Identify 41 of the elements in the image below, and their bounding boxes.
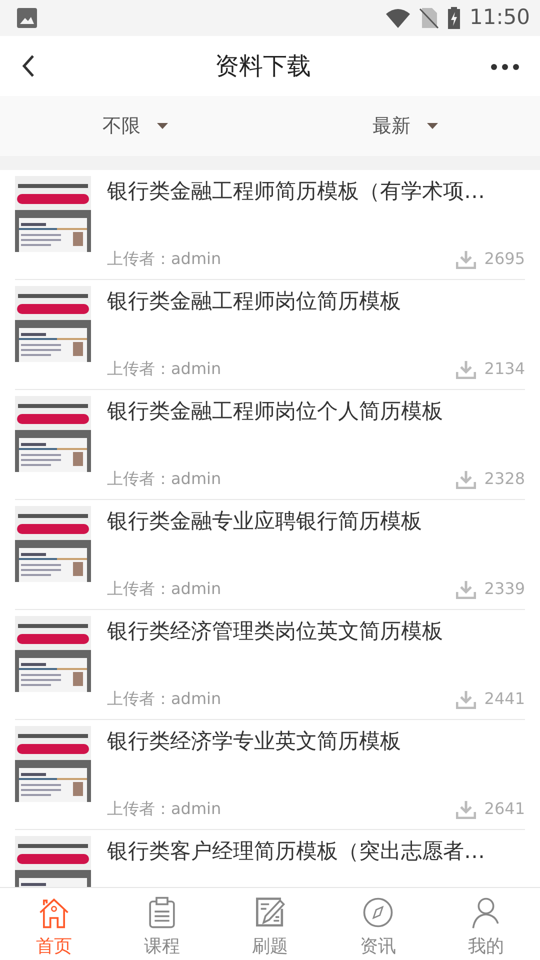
uploader-text: 上传者：admin bbox=[107, 578, 222, 600]
download-icon bbox=[456, 360, 476, 378]
item-title[interactable]: 银行类金融专业应聘银行简历模板 bbox=[107, 506, 525, 538]
page-title: 资料下载 bbox=[214, 51, 312, 82]
tab-item[interactable]: 刷题 bbox=[252, 888, 288, 960]
download-icon bbox=[456, 800, 476, 818]
item-title[interactable]: 银行类客户经理简历模板（突出志愿者… bbox=[107, 836, 525, 868]
download-icon bbox=[456, 250, 476, 268]
download-count: 2641 bbox=[484, 798, 525, 820]
download-count: 2339 bbox=[484, 578, 525, 600]
download-icon bbox=[456, 690, 476, 708]
status-time: 11:50 bbox=[469, 4, 530, 32]
item-title[interactable]: 银行类金融工程师简历模板（有学术项… bbox=[107, 176, 525, 208]
uploader-text: 上传者：admin bbox=[107, 358, 222, 380]
tab-item[interactable]: 我的 bbox=[468, 888, 504, 960]
uploader-text: 上传者：admin bbox=[107, 248, 222, 270]
more-icon bbox=[490, 62, 520, 71]
download-count: 2328 bbox=[484, 468, 525, 490]
image-icon bbox=[16, 7, 38, 29]
caret-icon bbox=[156, 123, 168, 129]
item-title[interactable]: 银行类经济学专业英文简历模板 bbox=[107, 726, 525, 758]
item-title[interactable]: 银行类金融工程师岗位个人简历模板 bbox=[107, 396, 525, 428]
back-icon bbox=[20, 54, 36, 78]
uploader-text: 上传者：admin bbox=[107, 688, 222, 710]
download-count: 2134 bbox=[484, 358, 525, 380]
wifi-icon bbox=[385, 7, 412, 29]
filter-dropdown[interactable]: 最新 bbox=[366, 110, 444, 142]
download-icon bbox=[456, 470, 476, 488]
download-count: 2441 bbox=[484, 688, 525, 710]
uploader-text: 上传者：admin bbox=[107, 468, 222, 490]
download-icon bbox=[456, 580, 476, 598]
battery-charging-icon bbox=[447, 7, 462, 29]
tab-item[interactable]: 课程 bbox=[144, 888, 180, 960]
caret-icon bbox=[426, 123, 438, 129]
tab-item[interactable]: 资讯 bbox=[360, 888, 396, 960]
item-title[interactable]: 银行类金融工程师岗位简历模板 bbox=[107, 286, 525, 318]
filter-dropdown[interactable]: 不限 bbox=[96, 110, 174, 142]
uploader-text: 上传者：admin bbox=[107, 798, 222, 820]
no-sim-icon bbox=[419, 7, 440, 29]
download-count: 2695 bbox=[484, 248, 525, 270]
item-title[interactable]: 银行类经济管理类岗位英文简历模板 bbox=[107, 616, 525, 648]
